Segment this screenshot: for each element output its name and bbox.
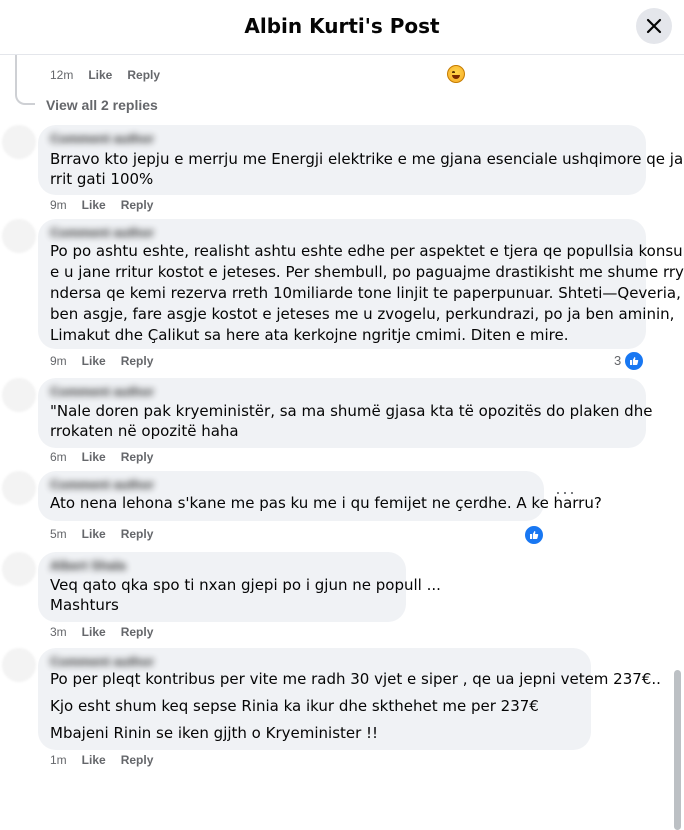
comment-text-line: Kjo esht shum keq sepse Rinia ka ikur dh… — [50, 697, 539, 715]
reply-button[interactable]: Reply — [121, 450, 154, 464]
comment-text-line: Mbajeni Rinin se iken gjjth o Kryeminist… — [50, 724, 379, 742]
comment-text-line: Brravo kto jepju e merrju me Energji ele… — [50, 150, 684, 168]
avatar[interactable] — [2, 471, 36, 505]
comment-text-line: Po po ashtu eshte, realisht ashtu eshte … — [50, 242, 684, 260]
close-icon — [646, 18, 662, 34]
comments-list: 12m Like Reply View all 2 replies Commen… — [0, 55, 684, 830]
comment-text-line: ben asgje, fare asgje kostot e jeteses m… — [50, 305, 675, 323]
like-button[interactable]: Like — [82, 527, 106, 541]
like-button[interactable]: Like — [82, 753, 106, 767]
avatar[interactable] — [2, 378, 36, 412]
comment-bubble: Comment author Po per pleqt kontribus pe… — [38, 648, 661, 750]
reply-button[interactable]: Reply — [121, 625, 154, 639]
comment-time: 9m — [50, 198, 67, 212]
comment-text-line: Veq qato qka spo ti nxan gjepi po i gjun… — [50, 576, 441, 594]
comment-text-line: Limakut dhe Çalikut sa here ata kerkojne… — [50, 326, 569, 344]
comment-actions: 9m Like Reply — [50, 354, 153, 368]
like-button[interactable]: Like — [88, 68, 112, 82]
haha-emoji-icon — [447, 65, 465, 83]
comment-bubble: Comment author Ato nena lehona s'kane me… — [38, 471, 602, 521]
comment-author[interactable]: Albert Shala — [50, 558, 126, 573]
reply-button[interactable]: Reply — [127, 68, 160, 82]
comment-author[interactable]: Comment author — [50, 384, 154, 399]
avatar[interactable] — [2, 125, 36, 159]
thread-connector — [15, 83, 35, 105]
comment-bubble: Albert Shala Veq qato qka spo ti nxan gj… — [38, 552, 441, 622]
comment-time: 3m — [50, 625, 67, 639]
reply-button[interactable]: Reply — [121, 354, 154, 368]
comment-text-line: e u jane rritur kostot e jeteses. Per sh… — [50, 263, 684, 281]
comment-time: 12m — [50, 68, 74, 82]
view-all-replies-link[interactable]: View all 2 replies — [46, 97, 158, 113]
reply-button[interactable]: Reply — [121, 527, 154, 541]
comment-bubble: Comment author "Nale doren pak kryeminis… — [38, 378, 652, 448]
comment-author[interactable]: Comment author — [50, 131, 154, 146]
scrollbar-thumb[interactable] — [674, 670, 681, 830]
comment-text-line: Po per pleqt kontribus per vite me radh … — [50, 670, 661, 688]
top-reply-actions: 12m Like Reply — [50, 68, 160, 82]
comment-author[interactable]: Comment author — [50, 225, 154, 240]
avatar[interactable] — [2, 219, 36, 253]
comment-text-line: rrokaten në opozitë haha — [50, 422, 239, 440]
comment-time: 6m — [50, 450, 67, 464]
like-reaction-icon[interactable] — [523, 524, 545, 546]
comment-text-line: Mashturs — [50, 596, 119, 614]
like-button[interactable]: Like — [82, 354, 106, 368]
comment-bubble: Comment author Brravo kto jepju e merrju… — [38, 125, 684, 195]
post-header: Albin Kurti's Post — [0, 0, 684, 55]
comment-text-line: rrit gati 100% — [50, 170, 154, 188]
avatar[interactable] — [2, 552, 36, 586]
page-title: Albin Kurti's Post — [244, 14, 440, 38]
comment-time: 1m — [50, 753, 67, 767]
like-button[interactable]: Like — [82, 450, 106, 464]
comment-time: 5m — [50, 527, 67, 541]
more-options-button[interactable]: ··· — [555, 483, 576, 501]
like-button[interactable]: Like — [82, 198, 106, 212]
comment-actions: 3m Like Reply — [50, 625, 153, 639]
comment-text-line: "Nale doren pak kryeministër, sa ma shum… — [50, 402, 653, 420]
comment-text-line: ndersa qe kemi rezerva rreth 10miliarde … — [50, 284, 684, 302]
comment-time: 9m — [50, 354, 67, 368]
comment-actions: 6m Like Reply — [50, 450, 153, 464]
close-button[interactable] — [636, 8, 672, 44]
like-button[interactable]: Like — [82, 625, 106, 639]
comment-bubble: Comment author Po po ashtu eshte, realis… — [38, 219, 684, 349]
comment-actions: 1m Like Reply — [50, 753, 153, 767]
avatar[interactable] — [2, 648, 36, 682]
comment-author[interactable]: Comment author — [50, 477, 154, 492]
like-reaction-icon — [623, 350, 645, 372]
comment-author[interactable]: Comment author — [50, 654, 154, 669]
comment-actions: 9m Like Reply — [50, 198, 153, 212]
reply-button[interactable]: Reply — [121, 198, 154, 212]
reaction-count[interactable]: 3 — [614, 353, 621, 368]
comment-text-line: Ato nena lehona s'kane me pas ku me i qu… — [50, 494, 602, 512]
reply-button[interactable]: Reply — [121, 753, 154, 767]
comment-actions: 5m Like Reply — [50, 527, 153, 541]
